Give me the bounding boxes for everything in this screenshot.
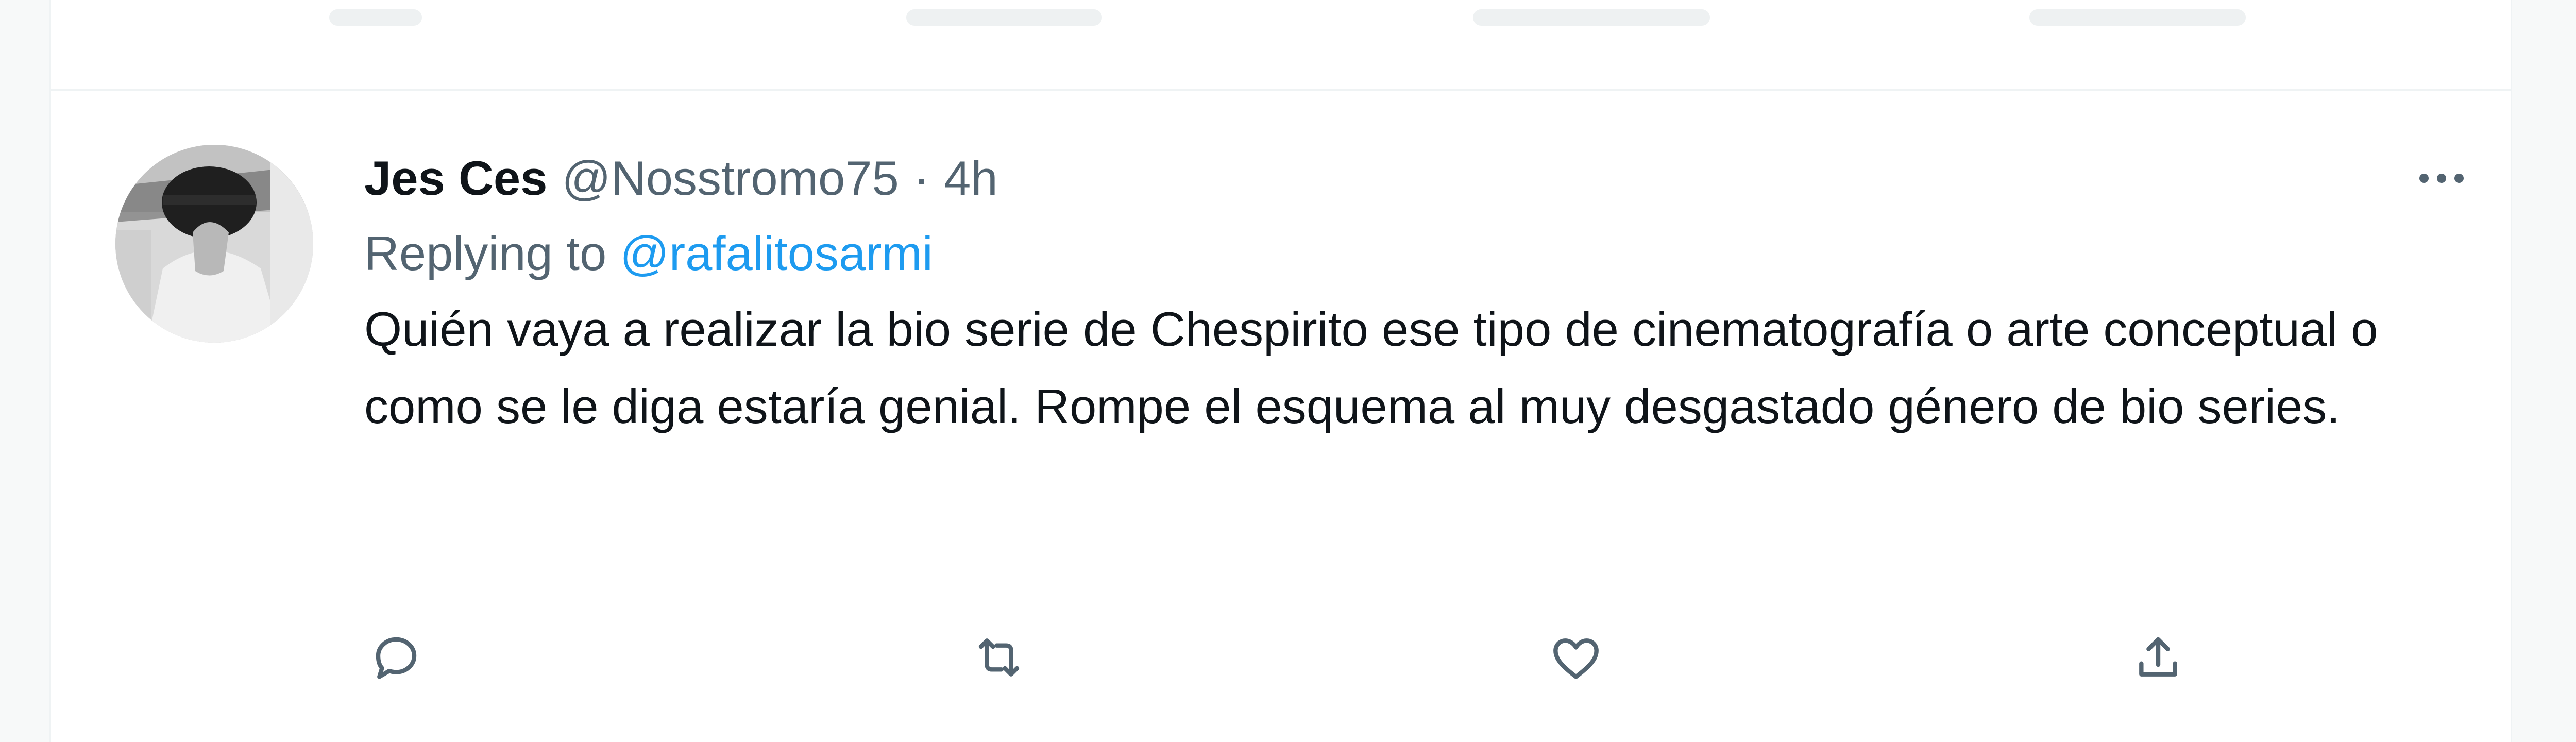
replying-to-label: Replying to (364, 226, 607, 280)
share-button[interactable] (2122, 621, 2194, 694)
display-name[interactable]: Jes Ces (364, 147, 547, 209)
more-icon (2419, 174, 2429, 183)
user-handle[interactable]: @Nosstromo75 (562, 147, 899, 209)
more-icon (2454, 174, 2464, 183)
reply-icon (376, 637, 417, 679)
reply-tweet[interactable]: Jes Ces @Nosstromo75 · 4h Replying to @r… (51, 91, 2511, 742)
previous-tweet-action-fragment (1473, 9, 1710, 26)
tweet-thread-card: Jes Ces @Nosstromo75 · 4h Replying to @r… (49, 0, 2512, 742)
tweet-text: Quién vaya a realizar la bio serie de Ch… (364, 302, 2378, 433)
tweet-header: Jes Ces @Nosstromo75 · 4h (364, 147, 2425, 209)
avatar-image (115, 145, 313, 343)
replying-to-handle[interactable]: @rafalitosarmi (620, 226, 933, 280)
reply-button[interactable] (360, 621, 432, 694)
previous-tweet-action-fragment (906, 9, 1102, 26)
avatar[interactable] (115, 145, 313, 343)
retweet-icon (978, 638, 1020, 677)
retweet-button[interactable] (963, 621, 1035, 694)
like-button[interactable] (1540, 621, 1612, 694)
like-icon (1553, 638, 1599, 679)
separator-dot: · (913, 151, 930, 205)
previous-tweet-action-fragment (2029, 9, 2246, 26)
tweet-content: Jes Ces @Nosstromo75 · 4h Replying to @r… (364, 147, 2425, 445)
replying-to-line: Replying to @rafalitosarmi (364, 223, 2425, 284)
previous-tweet-action-fragment (329, 9, 422, 26)
tweet-actions (360, 621, 2421, 694)
timestamp[interactable]: 4h (944, 147, 998, 209)
more-icon (2437, 174, 2446, 183)
more-options-button[interactable] (2400, 158, 2483, 199)
previous-tweet-fragment (51, 0, 2511, 91)
share-icon (2139, 637, 2177, 677)
